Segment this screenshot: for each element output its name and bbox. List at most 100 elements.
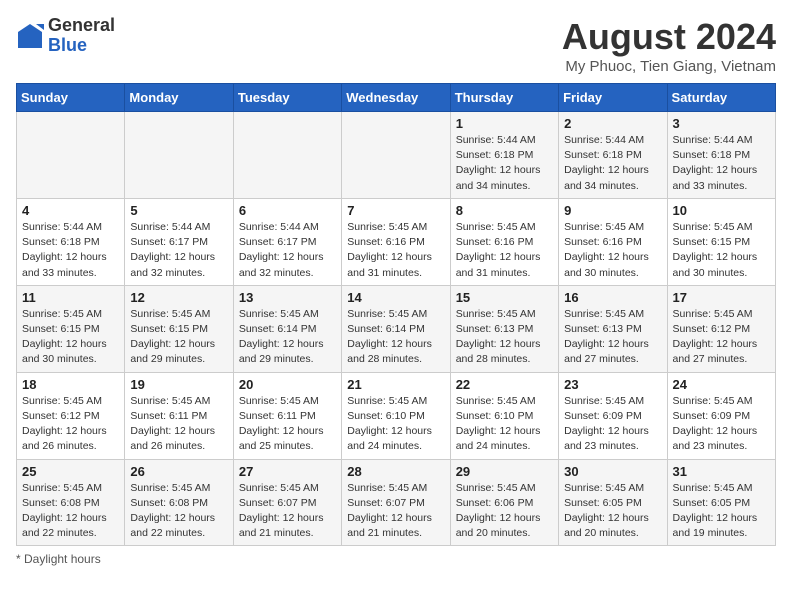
day-info: Sunrise: 5:45 AM Sunset: 6:10 PM Dayligh… [347, 394, 444, 455]
calendar-cell: 27 Sunrise: 5:45 AM Sunset: 6:07 PM Dayli… [233, 459, 341, 546]
day-info: Sunrise: 5:45 AM Sunset: 6:15 PM Dayligh… [130, 307, 227, 368]
calendar-cell: 3Sunrise: 5:44 AM Sunset: 6:18 PM Daylig… [667, 112, 775, 199]
day-info: Sunrise: 5:45 AM Sunset: 6:08 PM Dayligh… [130, 481, 227, 542]
day-number: 6 [239, 203, 336, 218]
day-number: 25 [22, 464, 119, 479]
calendar-cell: 28 Sunrise: 5:45 AM Sunset: 6:07 PM Dayli… [342, 459, 450, 546]
logo: General Blue [16, 16, 115, 56]
day-info: Sunrise: 5:45 AM Sunset: 6:12 PM Dayligh… [673, 307, 770, 368]
calendar-cell: 17 Sunrise: 5:45 AM Sunset: 6:12 PM Dayli… [667, 285, 775, 372]
calendar-cell: 12 Sunrise: 5:45 AM Sunset: 6:15 PM Dayli… [125, 285, 233, 372]
day-number: 14 [347, 290, 444, 305]
day-header-friday: Friday [559, 84, 667, 112]
calendar-cell: 22 Sunrise: 5:45 AM Sunset: 6:10 PM Dayli… [450, 372, 558, 459]
calendar-cell: 9Sunrise: 5:45 AM Sunset: 6:16 PM Daylig… [559, 198, 667, 285]
calendar-week-row: 4 Sunrise: 5:44 AM Sunset: 6:18 PM Daylig… [17, 198, 776, 285]
footer-note-text: Daylight hours [24, 552, 101, 566]
logo-icon [16, 22, 44, 50]
day-number: 16 [564, 290, 661, 305]
calendar-cell: 1Sunrise: 5:44 AM Sunset: 6:18 PM Daylig… [450, 112, 558, 199]
day-number: 4 [22, 203, 119, 218]
day-number: 31 [673, 464, 770, 479]
day-number: 8 [456, 203, 553, 218]
calendar-cell: 5 Sunrise: 5:44 AM Sunset: 6:17 PM Daylig… [125, 198, 233, 285]
day-number: 22 [456, 377, 553, 392]
calendar-week-row: 18 Sunrise: 5:45 AM Sunset: 6:12 PM Dayli… [17, 372, 776, 459]
day-number: 9 [564, 203, 661, 218]
day-number: 21 [347, 377, 444, 392]
day-number: 10 [673, 203, 770, 218]
calendar-cell [342, 112, 450, 199]
calendar-cell: 7 Sunrise: 5:45 AM Sunset: 6:16 PM Daylig… [342, 198, 450, 285]
main-title: August 2024 [562, 16, 776, 58]
calendar-cell: 6 Sunrise: 5:44 AM Sunset: 6:17 PM Daylig… [233, 198, 341, 285]
subtitle: My Phuoc, Tien Giang, Vietnam [562, 58, 776, 75]
day-info: Sunrise: 5:45 AM Sunset: 6:16 PM Dayligh… [456, 220, 553, 281]
calendar-cell: 11Sunrise: 5:45 AM Sunset: 6:15 PM Dayli… [17, 285, 125, 372]
day-info: Sunrise: 5:45 AM Sunset: 6:07 PM Dayligh… [347, 481, 444, 542]
calendar-cell: 30 Sunrise: 5:45 AM Sunset: 6:05 PM Dayli… [559, 459, 667, 546]
day-info: Sunrise: 5:45 AM Sunset: 6:10 PM Dayligh… [456, 394, 553, 455]
day-number: 30 [564, 464, 661, 479]
day-number: 2 [564, 116, 661, 131]
logo-text: General Blue [48, 16, 115, 56]
day-number: 7 [347, 203, 444, 218]
day-header-wednesday: Wednesday [342, 84, 450, 112]
calendar-cell: 2 Sunrise: 5:44 AM Sunset: 6:18 PM Daylig… [559, 112, 667, 199]
calendar-cell: 19 Sunrise: 5:45 AM Sunset: 6:11 PM Dayli… [125, 372, 233, 459]
title-block: August 2024 My Phuoc, Tien Giang, Vietna… [562, 16, 776, 75]
day-info: Sunrise: 5:44 AM Sunset: 6:17 PM Dayligh… [130, 220, 227, 281]
calendar-table: SundayMondayTuesdayWednesdayThursdayFrid… [16, 83, 776, 546]
calendar-cell: 8 Sunrise: 5:45 AM Sunset: 6:16 PM Daylig… [450, 198, 558, 285]
calendar-cell: 31 Sunrise: 5:45 AM Sunset: 6:05 PM Dayli… [667, 459, 775, 546]
calendar-cell: 14 Sunrise: 5:45 AM Sunset: 6:14 PM Dayli… [342, 285, 450, 372]
logo-blue: Blue [48, 36, 115, 56]
day-number: 5 [130, 203, 227, 218]
day-info: Sunrise: 5:45 AM Sunset: 6:08 PM Dayligh… [22, 481, 119, 542]
day-info: Sunrise: 5:45 AM Sunset: 6:15 PM Dayligh… [22, 307, 119, 368]
day-info: Sunrise: 5:45 AM Sunset: 6:06 PM Dayligh… [456, 481, 553, 542]
day-info: Sunrise: 5:45 AM Sunset: 6:07 PM Dayligh… [239, 481, 336, 542]
calendar-cell [233, 112, 341, 199]
day-number: 23 [564, 377, 661, 392]
calendar-cell: 13Sunrise: 5:45 AM Sunset: 6:14 PM Dayli… [233, 285, 341, 372]
day-number: 19 [130, 377, 227, 392]
calendar-week-row: 1 Sunrise: 5:44 AM Sunset: 6:18 PM Daylig… [17, 112, 776, 199]
day-info: Sunrise: 5:44 AM Sunset: 6:18 PM Dayligh… [22, 220, 119, 281]
calendar-cell: 26 Sunrise: 5:45 AM Sunset: 6:08 PM Dayli… [125, 459, 233, 546]
page-header: General Blue August 2024 My Phuoc, Tien … [16, 16, 776, 75]
day-number: 18 [22, 377, 119, 392]
day-number: 17 [673, 290, 770, 305]
calendar-cell: 29 Sunrise: 5:45 AM Sunset: 6:06 PM Dayli… [450, 459, 558, 546]
day-header-thursday: Thursday [450, 84, 558, 112]
day-number: 27 [239, 464, 336, 479]
day-number: 28 [347, 464, 444, 479]
day-number: 26 [130, 464, 227, 479]
day-info: Sunrise: 5:44 AM Sunset: 6:17 PM Dayligh… [239, 220, 336, 281]
calendar-cell [17, 112, 125, 199]
day-info: Sunrise: 5:45 AM Sunset: 6:09 PM Dayligh… [673, 394, 770, 455]
calendar-header-row: SundayMondayTuesdayWednesdayThursdayFrid… [17, 84, 776, 112]
calendar-cell: 18 Sunrise: 5:45 AM Sunset: 6:12 PM Dayli… [17, 372, 125, 459]
day-info: Sunrise: 5:45 AM Sunset: 6:11 PM Dayligh… [130, 394, 227, 455]
day-number: 12 [130, 290, 227, 305]
day-number: 1 [456, 116, 553, 131]
calendar-cell: 24Sunrise: 5:45 AM Sunset: 6:09 PM Dayli… [667, 372, 775, 459]
day-info: Sunrise: 5:45 AM Sunset: 6:05 PM Dayligh… [673, 481, 770, 542]
calendar-cell: 15Sunrise: 5:45 AM Sunset: 6:13 PM Dayli… [450, 285, 558, 372]
day-header-tuesday: Tuesday [233, 84, 341, 112]
day-info: Sunrise: 5:45 AM Sunset: 6:09 PM Dayligh… [564, 394, 661, 455]
day-header-monday: Monday [125, 84, 233, 112]
day-info: Sunrise: 5:45 AM Sunset: 6:16 PM Dayligh… [347, 220, 444, 281]
calendar-cell: 10Sunrise: 5:45 AM Sunset: 6:15 PM Dayli… [667, 198, 775, 285]
day-number: 29 [456, 464, 553, 479]
calendar-body: 1 Sunrise: 5:44 AM Sunset: 6:18 PM Daylig… [17, 112, 776, 546]
day-info: Sunrise: 5:45 AM Sunset: 6:05 PM Dayligh… [564, 481, 661, 542]
day-info: Sunrise: 5:45 AM Sunset: 6:14 PM Dayligh… [347, 307, 444, 368]
calendar-week-row: 25 Sunrise: 5:45 AM Sunset: 6:08 PM Dayli… [17, 459, 776, 546]
day-info: Sunrise: 5:44 AM Sunset: 6:18 PM Dayligh… [673, 133, 770, 194]
day-info: Sunrise: 5:45 AM Sunset: 6:12 PM Dayligh… [22, 394, 119, 455]
day-number: 13 [239, 290, 336, 305]
day-info: Sunrise: 5:44 AM Sunset: 6:18 PM Dayligh… [564, 133, 661, 194]
calendar-cell: 25 Sunrise: 5:45 AM Sunset: 6:08 PM Dayli… [17, 459, 125, 546]
